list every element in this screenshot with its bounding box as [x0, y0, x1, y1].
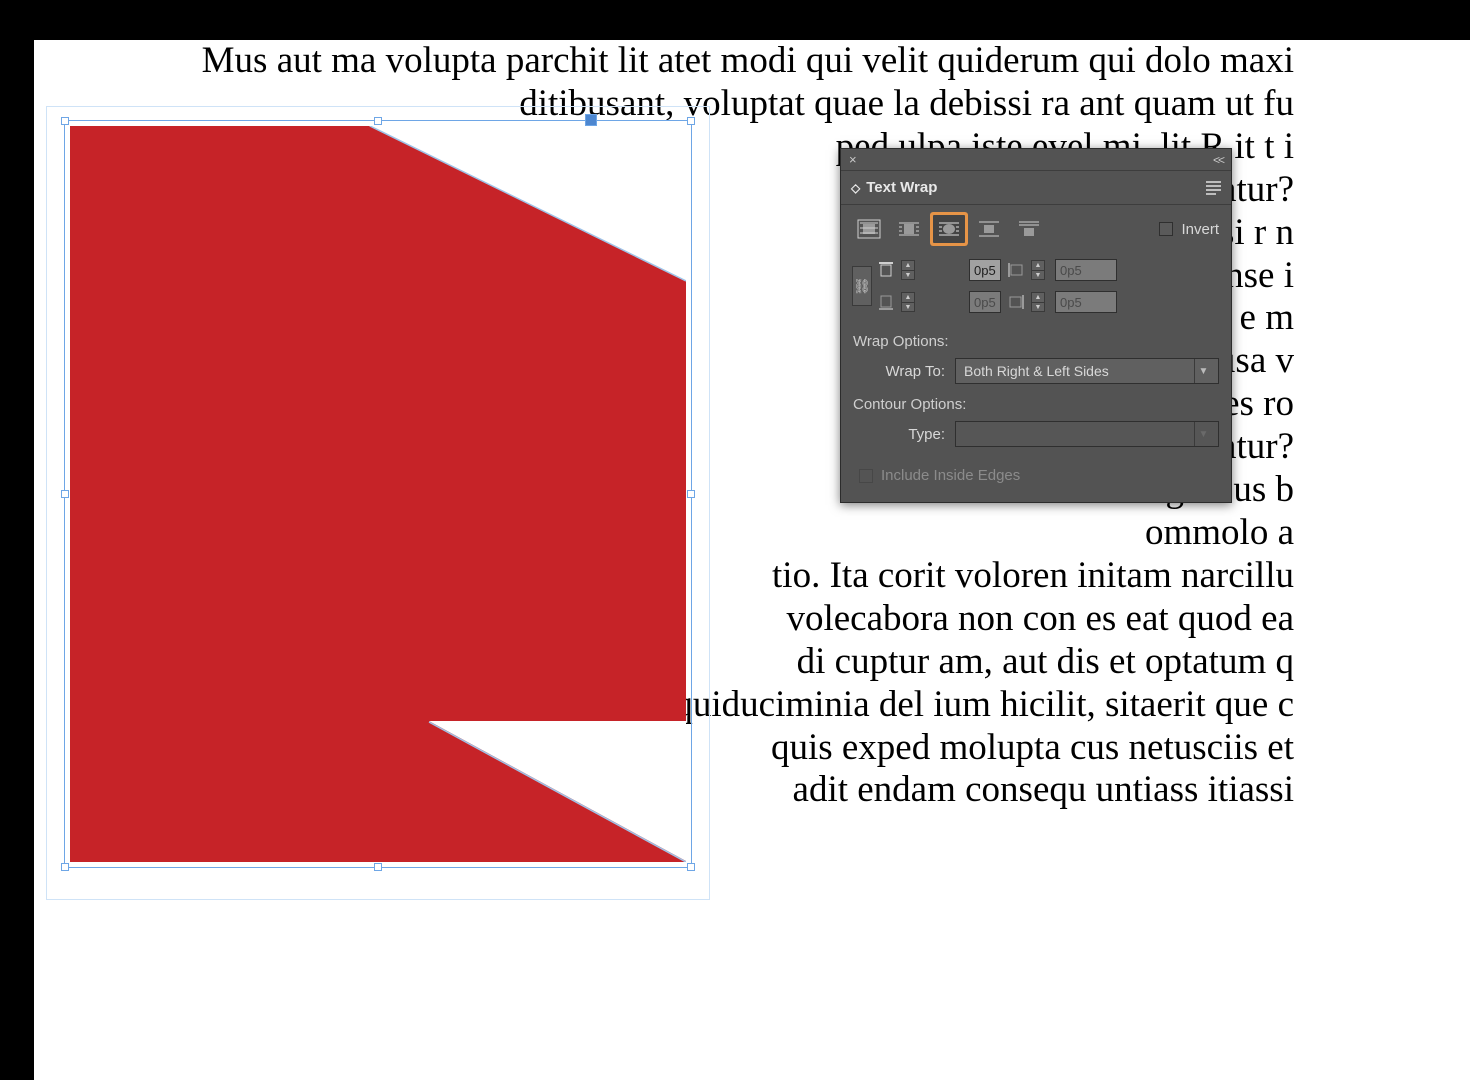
offset-bottom-field[interactable]: 0p5 [969, 291, 1001, 313]
wrap-jump-column-button[interactable] [1013, 215, 1045, 243]
checkbox-icon [859, 469, 873, 483]
include-inside-edges-checkbox[interactable]: Include Inside Edges [841, 453, 1231, 502]
offset-right-field[interactable]: 0p5 [1055, 291, 1117, 313]
chevron-down-icon: ▼ [1194, 422, 1212, 446]
wrap-to-select[interactable]: Both Right & Left Sides ▼ [955, 358, 1219, 384]
wrap-none-button[interactable] [853, 215, 885, 243]
offset-right-icon [1007, 295, 1025, 309]
wrap-bbox-button[interactable] [893, 215, 925, 243]
include-inside-label: Include Inside Edges [881, 467, 1020, 484]
wrap-mode-row: Invert [841, 205, 1231, 253]
document-page: Mus aut ma volupta parchit lit atet modi… [34, 40, 1470, 1080]
type-select[interactable]: ▼ [955, 421, 1219, 447]
offset-left-field[interactable]: 0p5 [1055, 259, 1117, 281]
wrap-jump-object-button[interactable] [973, 215, 1005, 243]
offset-bottom-icon [877, 294, 895, 310]
offset-left-stepper[interactable]: ▲▼ [1031, 260, 1045, 280]
handle-bl[interactable] [61, 863, 69, 871]
handle-br[interactable] [687, 863, 695, 871]
offset-right-stepper[interactable]: ▲▼ [1031, 292, 1045, 312]
close-icon[interactable]: × [849, 152, 857, 167]
offset-top-stepper[interactable]: ▲▼ [901, 260, 915, 280]
offset-grid: ▲▼ 0p5 ⛓ ▲▼ 0p5 ▲▼ 0p5 ▲▼ 0p5 [841, 253, 1231, 327]
invert-label: Invert [1181, 221, 1219, 238]
panel-menu-icon[interactable] [1206, 179, 1221, 197]
handle-b[interactable] [374, 863, 382, 871]
offset-left-icon [1007, 263, 1025, 277]
panel-title: Text Wrap [866, 179, 937, 196]
panel-chrome: × << [841, 149, 1231, 171]
offset-top-icon [877, 262, 895, 278]
link-offsets-button[interactable]: ⛓ [852, 266, 872, 306]
handle-l[interactable] [61, 490, 69, 498]
checkbox-icon [1159, 222, 1173, 236]
panel-tabbar: ◇ Text Wrap [841, 171, 1231, 205]
wrap-to-value: Both Right & Left Sides [964, 363, 1109, 379]
contour-options-label: Contour Options: [841, 390, 1231, 415]
collapse-icon[interactable]: << [1213, 153, 1223, 167]
offset-top-field[interactable]: 0p5 [969, 259, 1001, 281]
wrap-to-row: Wrap To: Both Right & Left Sides ▼ [841, 352, 1231, 390]
wrap-to-label: Wrap To: [853, 363, 945, 380]
handle-tl[interactable] [61, 117, 69, 125]
type-row: Type: ▼ [841, 415, 1231, 453]
invert-checkbox[interactable]: Invert [1159, 221, 1219, 238]
wrap-options-label: Wrap Options: [841, 327, 1231, 352]
wrap-object-shape-button[interactable] [933, 215, 965, 243]
type-label: Type: [853, 426, 945, 443]
panel-tab[interactable]: ◇ Text Wrap [851, 179, 937, 196]
text-wrap-panel[interactable]: × << ◇ Text Wrap Invert [840, 148, 1232, 503]
offset-bottom-stepper[interactable]: ▲▼ [901, 292, 915, 312]
chevron-down-icon: ▼ [1194, 359, 1212, 383]
expand-icon: ◇ [851, 181, 860, 195]
